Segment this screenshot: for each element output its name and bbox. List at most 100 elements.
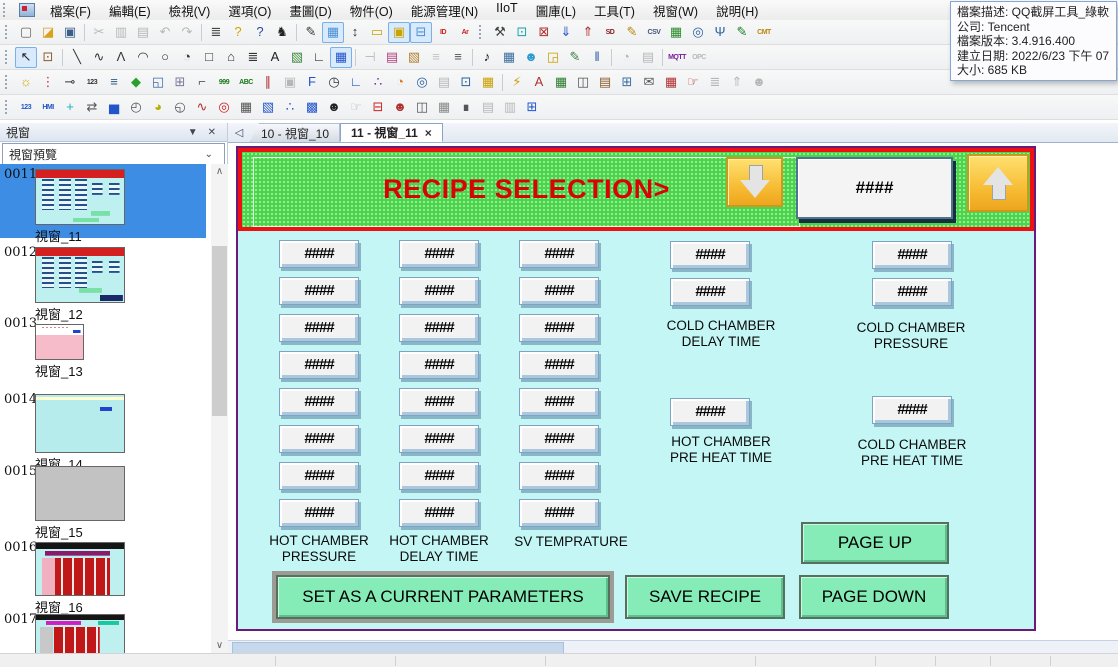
pointer-dots-icon[interactable]: ∴ <box>367 72 389 93</box>
numeric-field[interactable]: #### <box>670 398 750 426</box>
numeric-display-icon[interactable]: 999 <box>213 72 235 93</box>
corner-tool-icon[interactable]: ∟ <box>308 47 330 68</box>
offline-simulation-icon[interactable]: ⊠ <box>533 22 555 43</box>
object-list-icon[interactable]: ≡ <box>447 47 469 68</box>
set-bit-icon[interactable]: ⊸ <box>59 72 81 93</box>
recipe-number-display[interactable]: #### <box>796 157 953 219</box>
bezier-tool-icon[interactable]: ∿ <box>88 47 110 68</box>
operator-icon[interactable]: ☻ <box>389 97 411 118</box>
mqtt-icon[interactable]: MQTT <box>666 47 688 68</box>
move-shape-icon[interactable]: + <box>59 97 81 118</box>
function-key-icon[interactable]: ◆ <box>125 72 147 93</box>
string-table-icon[interactable]: ✎ <box>564 47 586 68</box>
tab-window-11[interactable]: 11 - 視窗_11 × <box>340 123 443 142</box>
numeric-field[interactable]: #### <box>399 499 479 527</box>
recipe-table-icon[interactable]: ▦ <box>498 47 520 68</box>
function-button-icon[interactable]: F <box>301 72 323 93</box>
cut-icon[interactable]: ✂ <box>88 22 110 43</box>
db-user-icon[interactable]: ∎ <box>455 97 477 118</box>
timer-icon[interactable]: ◔ <box>389 72 411 93</box>
menubar-grip[interactable] <box>3 3 10 17</box>
menu-item-edit[interactable]: 編輯(E) <box>100 0 160 22</box>
id-display-icon[interactable]: ID <box>432 22 454 43</box>
tag-library-icon[interactable]: ◲ <box>542 47 564 68</box>
menu-item-energy[interactable]: 能源管理(N) <box>402 0 487 22</box>
numeric-field[interactable]: #### <box>519 388 599 416</box>
sidebar-item-window-15[interactable]: 0015視窗_15 <box>0 464 206 539</box>
numeric-field[interactable]: #### <box>279 425 359 453</box>
copy-icon[interactable]: ▥ <box>110 22 132 43</box>
csv-file-icon[interactable]: CSV <box>643 22 665 43</box>
numeric-field[interactable]: #### <box>872 396 952 424</box>
tab-window-10[interactable]: 10 - 視窗_10 <box>250 123 340 142</box>
menu-item-file[interactable]: 檔案(F) <box>41 0 100 22</box>
toolbar-grip[interactable] <box>5 75 12 89</box>
undo-icon[interactable]: ↶ <box>154 22 176 43</box>
sidebar-item-window-16[interactable]: 0016視窗_16 <box>0 540 206 614</box>
menu-item-draw[interactable]: 畫圖(D) <box>280 0 340 22</box>
select-cursor-icon[interactable]: ↖ <box>15 47 37 68</box>
sound-library-icon[interactable]: ♪ <box>476 47 498 68</box>
group-library-icon[interactable]: ≡ <box>425 47 447 68</box>
report-icon[interactable]: ◫ <box>411 97 433 118</box>
database-icon[interactable]: ⊞ <box>616 72 638 93</box>
sidebar-item-window-17[interactable]: 0017 <box>0 612 206 653</box>
numeric-field[interactable]: #### <box>279 240 359 268</box>
scatter-chart-icon[interactable]: ∴ <box>279 97 301 118</box>
numeric-field[interactable]: #### <box>279 462 359 490</box>
polyline-tool-icon[interactable]: Λ <box>110 47 132 68</box>
window-object-icon[interactable]: ▭ <box>366 22 388 43</box>
numeric-field[interactable]: #### <box>399 388 479 416</box>
bar-gauge-icon[interactable]: ‖ <box>586 47 608 68</box>
grid-table-icon[interactable]: ▦ <box>235 97 257 118</box>
hand-pointer-icon[interactable]: ☞ <box>345 97 367 118</box>
numeric-input-icon[interactable]: 123 <box>15 97 37 118</box>
gauge-icon[interactable]: ◔ <box>615 47 637 68</box>
scroll-up-icon[interactable]: ∧ <box>211 166 228 177</box>
save-recipe-button[interactable]: SAVE RECIPE <box>625 575 785 619</box>
sidebar-item-window-12[interactable]: 0012視窗_12 <box>0 245 206 321</box>
mail-icon[interactable]: ✉ <box>638 72 660 93</box>
menu-item-options[interactable]: 選項(O) <box>219 0 280 22</box>
search-screen-icon[interactable]: ◎ <box>687 22 709 43</box>
menu-item-library[interactable]: 圖庫(L) <box>527 0 585 22</box>
word-display-icon[interactable]: HMI <box>37 97 59 118</box>
redo-icon[interactable]: ↷ <box>176 22 198 43</box>
touch-trigger-icon[interactable]: ◱ <box>147 72 169 93</box>
file-export-icon[interactable]: ▤ <box>477 97 499 118</box>
ascii-display-icon[interactable]: ABC <box>235 72 257 93</box>
usb-icon[interactable]: Ψ <box>709 22 731 43</box>
analog-clock-icon[interactable]: ◷ <box>323 72 345 93</box>
cmt-viewer-icon[interactable]: CMT <box>753 22 775 43</box>
page-down-button[interactable]: PAGE DOWN <box>799 575 949 619</box>
numeric-field[interactable]: #### <box>279 351 359 379</box>
numeric-field[interactable]: #### <box>519 462 599 490</box>
slider-icon[interactable]: ⊞ <box>169 72 191 93</box>
data-sampling-icon[interactable]: ◎ <box>411 72 433 93</box>
recipe-view-icon[interactable]: ▤ <box>594 72 616 93</box>
line-tool-icon[interactable]: ╲ <box>66 47 88 68</box>
alarm-display-icon[interactable]: ⊟ <box>367 97 389 118</box>
picture-tool-icon[interactable]: ▧ <box>286 47 308 68</box>
layered-windows-icon[interactable]: ▣ <box>388 22 410 43</box>
numeric-field[interactable]: #### <box>670 278 750 306</box>
panel-dropdown-icon[interactable]: ▼ <box>183 127 203 138</box>
toolbar-grip[interactable] <box>5 50 12 64</box>
arc-tool-icon[interactable]: ◠ <box>132 47 154 68</box>
label-pen-icon[interactable]: ✎ <box>731 22 753 43</box>
paste-icon[interactable]: ▤ <box>132 22 154 43</box>
data-table-icon[interactable]: ▦ <box>665 22 687 43</box>
numeric-field[interactable]: #### <box>399 425 479 453</box>
export-icon[interactable]: ⇑ <box>726 72 748 93</box>
menu-item-view[interactable]: 檢視(V) <box>160 0 220 22</box>
numeric-field[interactable]: #### <box>399 462 479 490</box>
print-icon[interactable]: ≣ <box>205 22 227 43</box>
user-message-icon[interactable]: ☻ <box>520 47 542 68</box>
sidebar-item-window-11[interactable]: 0011視窗_11 <box>0 167 206 243</box>
scrollbar-thumb[interactable] <box>212 246 227 416</box>
toolbar-grip[interactable] <box>5 100 12 114</box>
menu-item-objects[interactable]: 物件(O) <box>341 0 402 22</box>
tab-close-icon[interactable]: × <box>425 126 432 140</box>
operation-log-icon[interactable]: ☞ <box>682 72 704 93</box>
pie-tool-icon[interactable]: ◔ <box>176 47 198 68</box>
